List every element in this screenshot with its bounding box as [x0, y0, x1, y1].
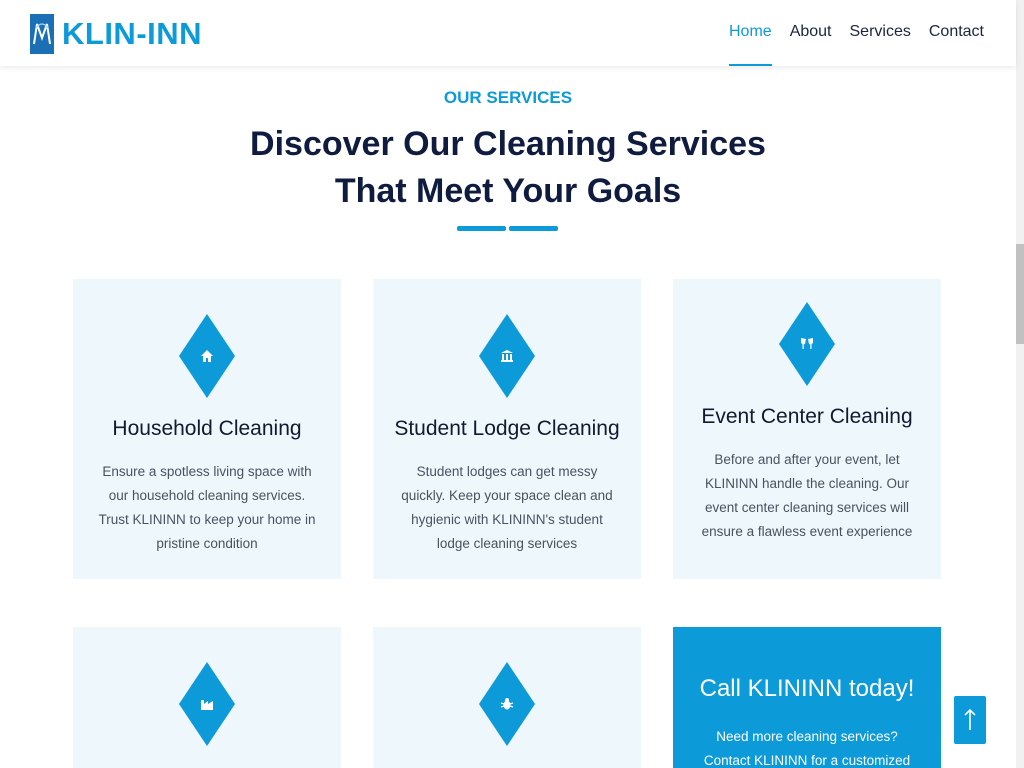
section-heading: Discover Our Cleaning Services That Meet… [0, 121, 1016, 215]
page: KLIN-INN Home About Services Contact OUR… [0, 0, 1024, 768]
heading-divider-right [509, 226, 558, 231]
arrow-up-icon [964, 708, 976, 730]
card-title: Event Center Cleaning [701, 405, 913, 428]
back-to-top-button[interactable] [954, 696, 986, 744]
service-icon-badge [179, 314, 235, 398]
nav-home[interactable]: Home [729, 0, 772, 66]
service-icon-badge [479, 314, 535, 398]
service-icon-badge [479, 662, 535, 746]
card-title: Household Cleaning [112, 417, 302, 440]
cta-description: Need more cleaning services? Contact KLI… [703, 729, 911, 768]
logo-icon [30, 14, 54, 54]
service-card-industrial [73, 627, 341, 768]
section-heading-line-1: Discover Our Cleaning Services [250, 125, 766, 163]
section-eyebrow: OUR SERVICES [443, 88, 573, 107]
cta-card: Call KLININN today! Need more cleaning s… [673, 627, 941, 768]
nav-about[interactable]: About [790, 0, 832, 66]
industry-icon [201, 700, 213, 710]
page-scrollbar[interactable] [1016, 0, 1024, 768]
service-icon-badge [779, 302, 835, 386]
service-card-household: Household Cleaning Ensure a spotless liv… [73, 279, 341, 579]
card-title: Student Lodge Cleaning [394, 417, 620, 440]
card-description: Student lodges can get messy quickly. Ke… [401, 464, 613, 551]
card-description: Ensure a spotless living space with our … [98, 464, 316, 551]
service-icon-badge [179, 662, 235, 746]
cta-title: Call KLININN today! [699, 675, 915, 702]
card-description: Before and after your event, let KLININN… [701, 452, 913, 539]
section-heading-line-2: That Meet Your Goals [334, 172, 682, 210]
bug-icon [500, 698, 514, 710]
main-nav: Home About Services Contact [711, 0, 984, 66]
logo[interactable]: KLIN-INN [30, 14, 202, 54]
home-icon [201, 350, 213, 362]
service-card-student-lodge: Student Lodge Cleaning Student lodges ca… [373, 279, 641, 579]
site-header: KLIN-INN Home About Services Contact [0, 0, 1016, 66]
service-card-event-center: Event Center Cleaning Before and after y… [673, 279, 941, 579]
nav-services[interactable]: Services [850, 0, 911, 66]
service-card-pest-control [373, 627, 641, 768]
building-icon [501, 350, 513, 362]
scrollbar-thumb[interactable] [1016, 244, 1024, 344]
glasses-toast-icon [801, 338, 813, 349]
heading-divider-left [457, 226, 506, 231]
nav-contact[interactable]: Contact [929, 0, 984, 66]
logo-text: KLIN-INN [62, 16, 203, 51]
